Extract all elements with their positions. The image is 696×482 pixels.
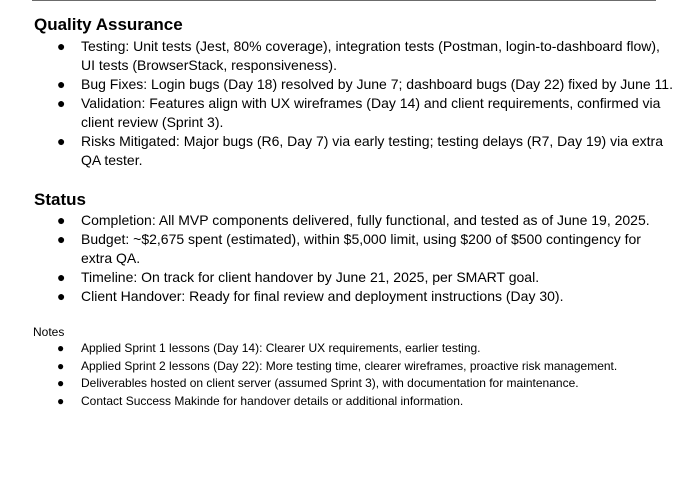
list-item: ● Applied Sprint 2 lessons (Day 22): More… [34,358,674,376]
bullet-icon: ● [57,288,66,304]
list-item-text: Client Handover: Ready for final review … [81,288,564,304]
list-item: ● Bug Fixes: Login bugs (Day 18) resolved… [34,75,674,94]
quality-assurance-list: ● Testing: Unit tests (Jest, 80% coverage… [34,37,674,170]
list-item: ● Contact Success Makinde for handover de… [34,393,674,411]
bullet-icon: ● [57,133,66,149]
bullet-icon: ● [57,376,65,390]
list-item: ● Applied Sprint 1 lessons (Day 14): Clea… [34,340,674,358]
bullet-icon: ● [57,393,65,408]
status-heading: Status [34,190,86,209]
status-section: Status ● Completion: All MVP components d… [34,189,674,306]
list-item-text: Bug Fixes: Login bugs (Day 18) resolved … [81,76,673,92]
document-body: Quality Assurance ● Testing: Unit tests (… [33,14,674,410]
bullet-icon: ● [57,76,66,92]
top-divider [32,0,656,1]
list-item: ● Client Handover: Ready for final review… [34,287,674,306]
notes-list: ● Applied Sprint 1 lessons (Day 14): Clea… [34,340,674,410]
list-item: ● Deliverables hosted on client server (a… [34,375,674,393]
notes-section: Notes ● Applied Sprint 1 lessons (Day 14)… [33,324,674,410]
notes-heading: Notes [33,325,65,339]
list-item: ● Timeline: On track for client handover … [34,268,674,287]
list-item: ● Completion: All MVP components delivere… [34,211,674,230]
bullet-icon: ● [57,95,66,111]
list-item-text: Risks Mitigated: Major bugs (R6, Day 7) … [81,133,664,168]
list-item-text: Deliverables hosted on client server (as… [81,376,579,390]
bullet-icon: ● [57,212,66,228]
list-item-text: Validation: Features align with UX wiref… [81,95,661,130]
list-item-text: Contact Success Makinde for handover det… [81,393,464,408]
bullet-icon: ● [57,231,66,247]
list-item-text: Budget: ~$2,675 spent (estimated), withi… [81,231,641,266]
quality-assurance-heading: Quality Assurance [34,15,183,34]
bullet-icon: ● [57,341,65,355]
list-item-text: Applied Sprint 1 lessons (Day 14): Clear… [81,341,481,355]
list-item-text: Completion: All MVP components delivered… [81,212,650,228]
list-item-text: Applied Sprint 2 lessons (Day 22): More … [81,358,618,373]
bullet-icon: ● [57,269,66,285]
status-list: ● Completion: All MVP components delivere… [34,211,674,306]
list-item: ● Validation: Features align with UX wire… [34,94,674,132]
quality-assurance-section: Quality Assurance ● Testing: Unit tests (… [34,14,674,170]
bullet-icon: ● [57,358,65,373]
bullet-icon: ● [57,38,66,54]
list-item: ● Risks Mitigated: Major bugs (R6, Day 7)… [34,132,674,170]
list-item: ● Budget: ~$2,675 spent (estimated), with… [34,230,674,268]
list-item-text: Timeline: On track for client handover b… [81,269,540,285]
list-item: ● Testing: Unit tests (Jest, 80% coverage… [34,37,674,75]
list-item-text: Testing: Unit tests (Jest, 80% coverage)… [81,38,660,73]
